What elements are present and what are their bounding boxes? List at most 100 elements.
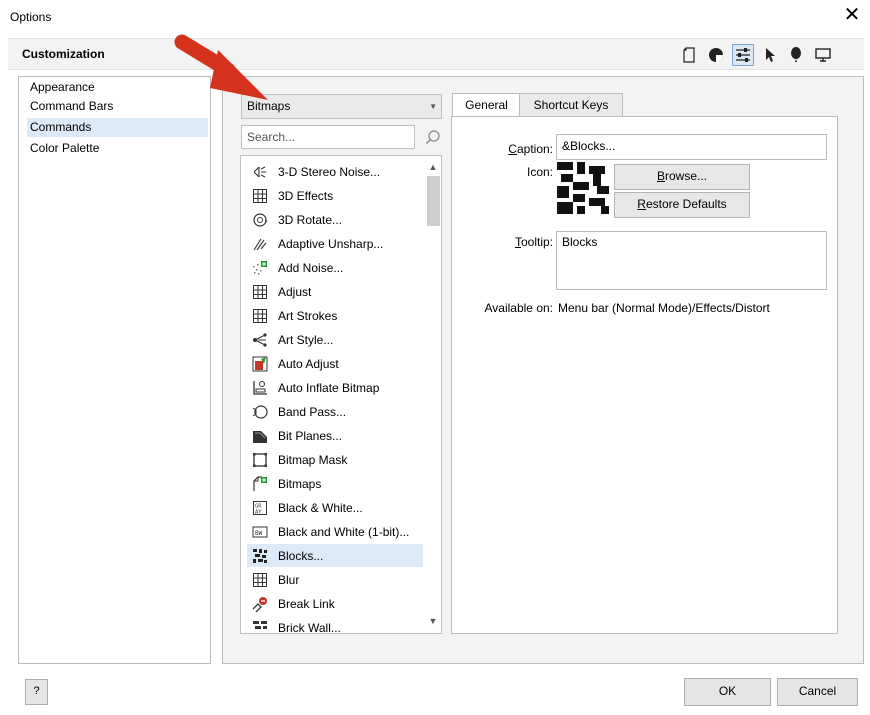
list-item[interactable]: 3D Rotate... [247, 208, 423, 231]
list-item-label: Auto Inflate Bitmap [278, 380, 380, 395]
list-item[interactable]: 3-D Stereo Noise... [247, 160, 423, 183]
band-pass-icon [251, 403, 269, 421]
svg-text:BW: BW [255, 530, 263, 537]
blocks-icon-preview [557, 162, 609, 214]
scrollbar-thumb[interactable] [427, 176, 440, 226]
list-item[interactable]: 3D Effects [247, 184, 423, 207]
grid-icon [251, 571, 269, 589]
list-item[interactable]: Adjust [247, 280, 423, 303]
list-item[interactable]: Art Style... [247, 328, 423, 351]
list-item-label: Black & White... [278, 500, 363, 515]
list-item-label: Band Pass... [278, 404, 347, 419]
list-item[interactable]: Band Pass... [247, 400, 423, 423]
list-item-label: Black and White (1-bit)... [278, 524, 410, 539]
close-icon[interactable]: ✕ [840, 4, 864, 28]
list-item-label: 3D Rotate... [278, 212, 343, 227]
icon-label: Icon: [526, 165, 553, 179]
help-button[interactable]: ? [25, 679, 48, 705]
caption-label: Caption: [508, 142, 553, 156]
available-on-label: Available on: [484, 301, 554, 315]
window-title: Options [10, 10, 52, 24]
tooltip-field[interactable]: Blocks [556, 231, 827, 290]
bitmaps-icon [251, 475, 269, 493]
list-item[interactable]: Art Strokes [247, 304, 423, 327]
grid-icon [251, 307, 269, 325]
bw-1bit-icon: BW [251, 523, 269, 541]
unsharp-icon [251, 235, 269, 253]
list-item[interactable]: GR AY Black & White... [247, 496, 423, 519]
chevron-down-icon: ▼ [429, 102, 437, 111]
list-item-label: Adaptive Unsharp... [278, 236, 384, 251]
svg-text:AY: AY [255, 509, 262, 515]
list-item[interactable]: Blur [247, 568, 423, 591]
list-item-label: Blocks... [278, 548, 324, 563]
break-link-icon [251, 595, 269, 613]
list-item-label: Bitmap Mask [278, 452, 348, 467]
scroll-up-icon[interactable]: ▲ [425, 162, 441, 174]
blocks-icon [251, 547, 269, 565]
list-item[interactable]: Break Link [247, 592, 423, 615]
list-item[interactable]: Brick Wall... [247, 616, 423, 634]
browse-button[interactable]: Browse... [614, 164, 750, 190]
stereo-noise-icon [251, 163, 269, 181]
list-item-label: Art Style... [278, 332, 334, 347]
list-item-label: Auto Adjust [278, 356, 339, 371]
page-icon[interactable] [678, 44, 700, 66]
scroll-down-icon[interactable]: ▼ [425, 616, 441, 628]
art-style-icon [251, 331, 269, 349]
cancel-button[interactable]: Cancel [777, 678, 858, 706]
general-tab-page: Caption: &Blocks... Icon: Browse... Rest… [451, 116, 838, 634]
list-item-label: Break Link [278, 596, 335, 611]
pointer-icon[interactable] [759, 44, 781, 66]
ok-button[interactable]: OK [684, 678, 771, 706]
tooltip-label: Tooltip: [514, 235, 553, 249]
command-list[interactable]: 3-D Stereo Noise... 3D Effects 3D Rotate… [240, 155, 442, 634]
page-title: Customization [22, 47, 105, 61]
search-icon[interactable] [422, 126, 444, 148]
bit-planes-icon [251, 427, 269, 445]
list-scrollbar[interactable]: ▲ ▼ [425, 156, 441, 633]
title-bar: Options ✕ [0, 0, 870, 34]
caption-field[interactable]: &Blocks... [556, 134, 827, 160]
available-on-value: Menu bar (Normal Mode)/Effects/Distort [558, 301, 770, 315]
list-item[interactable]: Add Noise... [247, 256, 423, 279]
section-header: Customization [8, 38, 864, 70]
monitor-icon[interactable] [812, 44, 834, 66]
mask-icon [251, 451, 269, 469]
noise-icon [251, 259, 269, 277]
grid-icon [251, 283, 269, 301]
list-item-label: Blur [278, 572, 300, 587]
list-item[interactable]: Adaptive Unsharp... [247, 232, 423, 255]
list-item-label: 3-D Stereo Noise... [278, 164, 381, 179]
grid-icon [251, 187, 269, 205]
list-item-label: Bitmaps [278, 476, 322, 491]
sidebar: Appearance Command Bars Commands Color P… [18, 76, 211, 664]
auto-adjust-icon [251, 355, 269, 373]
list-item[interactable]: Bit Planes... [247, 424, 423, 447]
list-item-selected[interactable]: Blocks... [247, 544, 423, 567]
bw-icon: GR AY [251, 499, 269, 517]
restore-defaults-button[interactable]: Restore Defaults [614, 192, 750, 218]
balloon-icon[interactable] [785, 44, 807, 66]
sliders-icon[interactable] [732, 44, 754, 66]
sidebar-item-command-bars[interactable]: Command Bars [27, 97, 208, 116]
list-item[interactable]: Bitmap Mask [247, 448, 423, 471]
tab-strip: General Shortcut Keys [452, 93, 838, 119]
palette-icon[interactable] [705, 44, 727, 66]
search-input[interactable]: Search... [241, 125, 415, 149]
list-item[interactable]: Bitmaps [247, 472, 423, 495]
list-item-label: 3D Effects [278, 188, 334, 203]
list-item-label: Brick Wall... [278, 620, 341, 634]
list-item[interactable]: BW Black and White (1-bit)... [247, 520, 423, 543]
list-item-label: Adjust [278, 284, 312, 299]
list-item[interactable]: Auto Adjust [247, 352, 423, 375]
sidebar-item-commands[interactable]: Commands [27, 118, 208, 137]
list-item-label: Bit Planes... [278, 428, 343, 443]
list-item[interactable]: Auto Inflate Bitmap [247, 376, 423, 399]
sidebar-item-color-palette[interactable]: Color Palette [27, 139, 208, 158]
sidebar-item-appearance[interactable]: Appearance [27, 78, 208, 97]
rotate-3d-icon [251, 211, 269, 229]
category-value: Bitmaps [247, 99, 291, 113]
list-item-label: Art Strokes [278, 308, 338, 323]
category-dropdown[interactable]: Bitmaps ▼ [241, 94, 442, 119]
